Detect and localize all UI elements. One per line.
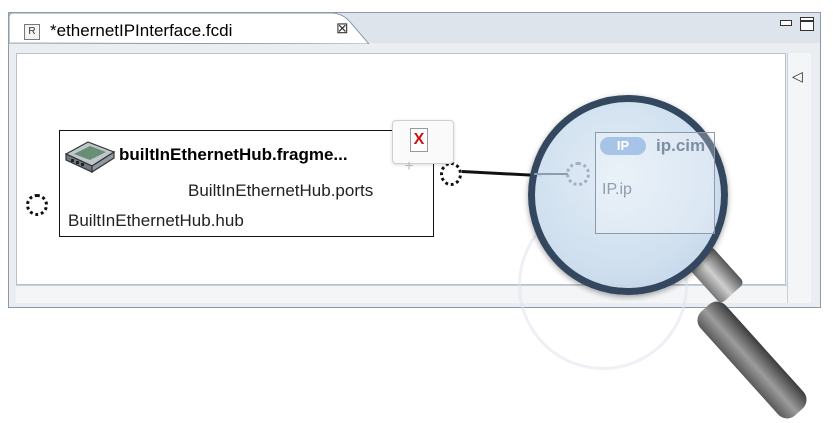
magnified-connection-line (534, 173, 568, 175)
ip-port-label: IP.ip (602, 181, 632, 198)
minimize-icon[interactable] (780, 20, 792, 26)
ports-label: BuiltInEthernetHub.ports (188, 181, 374, 200)
file-icon: R (24, 24, 40, 40)
vertical-scrollbar[interactable] (787, 53, 811, 303)
hub-port[interactable] (26, 194, 48, 216)
magnifier-handle (692, 296, 812, 423)
fragment-title: builtInEthernetHub.fragme... (119, 145, 348, 164)
maximize-icon[interactable] (800, 17, 814, 31)
ip-badge: IP (600, 137, 646, 155)
delete-icon[interactable]: X (410, 128, 428, 152)
ip-port[interactable] (566, 162, 590, 186)
ports-port[interactable] (440, 162, 462, 186)
close-icon[interactable]: ⊠ (336, 19, 349, 37)
ethernet-hub-icon (64, 141, 116, 174)
tab-title[interactable]: *ethernetIPInterface.fcdi (50, 21, 232, 41)
scroll-left-arrow-icon[interactable]: ◁ (792, 68, 803, 85)
plus-icon[interactable]: + (402, 159, 416, 175)
ip-cim-label: ip.cim (656, 136, 706, 155)
hub-label: BuiltInEthernetHub.hub (68, 211, 244, 230)
